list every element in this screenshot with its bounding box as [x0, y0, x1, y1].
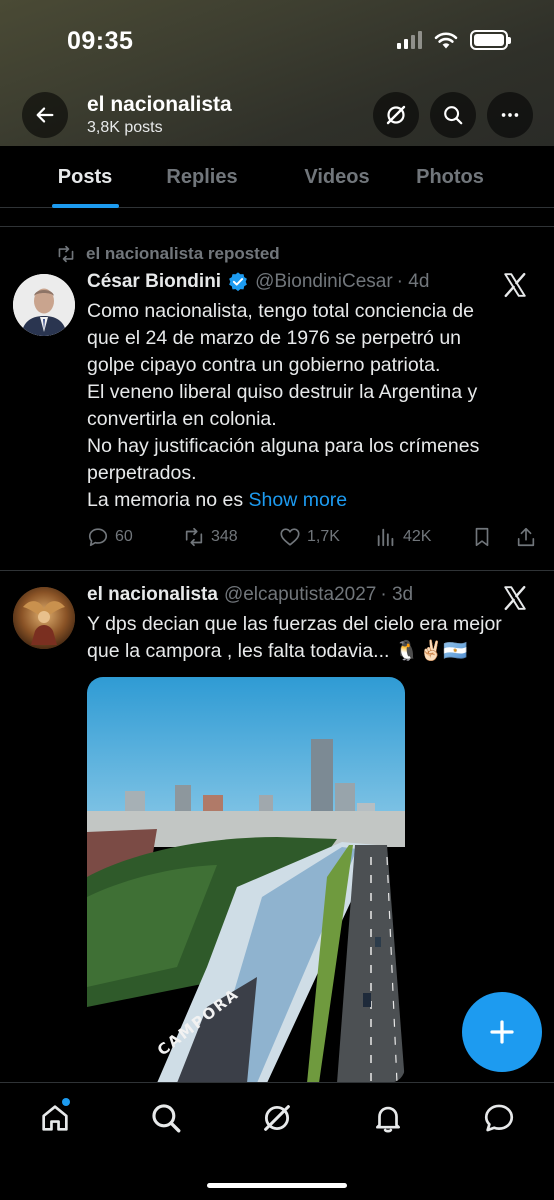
post-header: el nacionalista @elcaputista2027 · 3d — [87, 584, 413, 606]
bell-icon — [376, 1106, 400, 1133]
post-text-line: Como nacionalista, tengo total concienci… — [87, 300, 474, 322]
active-tab-indicator — [52, 204, 119, 208]
search-button[interactable] — [430, 92, 476, 138]
cellular-signal-icon — [397, 31, 422, 49]
tab-videos[interactable]: Videos — [287, 146, 387, 208]
tab-replies[interactable]: Replies — [164, 146, 240, 208]
repost-button[interactable]: 348 — [183, 526, 238, 548]
post-text-line: Y dps decian que las fuerzas del cielo e… — [87, 613, 502, 635]
nav-search[interactable] — [149, 1101, 183, 1135]
arrow-left-icon — [36, 107, 54, 123]
avatar[interactable] — [13, 274, 75, 336]
post-text-line: El veneno liberal quiso destruir la Arge… — [87, 381, 478, 403]
status-bar: 09:35 — [0, 0, 554, 80]
author-name[interactable]: César Biondini — [87, 271, 221, 293]
author-handle[interactable]: @elcaputista2027 — [224, 584, 376, 606]
grok-icon — [264, 1105, 290, 1131]
status-time: 09:35 — [67, 27, 134, 55]
search-icon — [152, 1104, 181, 1133]
post-image[interactable]: CAMPORA — [87, 677, 405, 1083]
repost-icon — [185, 527, 203, 547]
wifi-icon — [434, 32, 458, 49]
post-count: 3,8K posts — [87, 119, 163, 136]
profile-tabs: Posts Replies Videos Photos — [0, 146, 554, 208]
post-time: · 4d — [396, 271, 430, 292]
post-time: · 3d — [380, 584, 414, 605]
x-logo-icon — [504, 585, 526, 611]
views-button[interactable]: 42K — [375, 526, 431, 548]
more-button[interactable] — [487, 92, 533, 138]
post-actions: 60 348 1,7K 42K — [87, 526, 542, 552]
home-indicator — [207, 1183, 347, 1188]
views-chart-icon — [377, 528, 394, 547]
post-body[interactable]: Como nacionalista, tengo total concienci… — [87, 298, 527, 514]
plus-icon — [490, 1020, 514, 1044]
post-text-line: que el 24 de marzo de 1976 se perpetró u… — [87, 327, 462, 349]
message-icon — [484, 1104, 514, 1132]
author-name[interactable]: el nacionalista — [87, 584, 218, 606]
verified-badge-icon — [229, 272, 247, 292]
tab-label: Replies — [166, 165, 238, 188]
like-count: 1,7K — [307, 528, 340, 545]
repost-label: el nacionalista reposted — [86, 244, 280, 263]
search-icon — [444, 106, 463, 125]
show-more-link[interactable]: Show more — [249, 489, 348, 511]
nav-grok[interactable] — [260, 1101, 294, 1135]
reply-count: 60 — [115, 528, 133, 545]
repost-icon — [58, 245, 74, 263]
like-button[interactable]: 1,7K — [279, 526, 340, 548]
aerial-march-photo — [87, 677, 405, 1083]
avatar[interactable] — [13, 587, 75, 649]
tab-label: Photos — [416, 165, 484, 188]
nav-notifications[interactable] — [371, 1101, 405, 1135]
nav-home[interactable] — [38, 1098, 72, 1135]
divider — [0, 570, 554, 571]
post-text-line: La memoria no es Show more — [87, 487, 527, 514]
painting-avatar-image — [13, 587, 75, 649]
grok-button[interactable] — [373, 92, 419, 138]
post-text-line: que la campora , les falta todavia... 🐧✌… — [87, 640, 468, 662]
views-count: 42K — [403, 528, 432, 545]
status-icons — [397, 30, 511, 50]
home-icon — [42, 1105, 68, 1131]
notification-dot — [62, 1098, 70, 1106]
post-text-line: convertirla en colonia. — [87, 408, 277, 430]
more-dots-icon — [501, 113, 519, 117]
post-text-line: No hay justificación alguna para los crí… — [87, 435, 480, 457]
bookmark-icon — [475, 527, 489, 547]
tab-label: Videos — [304, 165, 370, 188]
person-avatar-image — [13, 274, 75, 336]
back-button[interactable] — [22, 92, 68, 138]
share-icon — [517, 527, 535, 547]
repost-count: 348 — [211, 528, 238, 545]
post-text-fragment: La memoria no es — [87, 489, 244, 511]
x-logo-icon — [504, 272, 526, 298]
heart-icon — [280, 528, 300, 546]
battery-icon — [470, 30, 511, 50]
bookmark-button[interactable] — [471, 526, 493, 548]
grok-icon — [386, 105, 406, 125]
post-text-line: perpetrados. — [87, 462, 197, 484]
profile-header: 09:35 el nacionalista 3,8K posts — [0, 0, 554, 146]
post-header: César Biondini @BiondiniCesar · 4d — [87, 271, 429, 293]
nav-messages[interactable] — [482, 1101, 516, 1135]
share-button[interactable] — [515, 526, 537, 548]
post-body[interactable]: Y dps decian que las fuerzas del cielo e… — [87, 611, 527, 665]
profile-name: el nacionalista — [87, 93, 232, 116]
author-handle[interactable]: @BiondiniCesar — [255, 271, 393, 293]
divider — [0, 226, 554, 227]
post-text-line: golpe cipayo contra un gobierno patriota… — [87, 354, 441, 376]
reply-button[interactable]: 60 — [87, 526, 133, 548]
tab-photos[interactable]: Photos — [400, 146, 500, 208]
repost-indicator: el nacionalista reposted — [56, 244, 280, 264]
tab-label: Posts — [57, 165, 113, 188]
reply-icon — [88, 528, 108, 547]
tab-posts[interactable]: Posts — [0, 146, 170, 208]
compose-button[interactable] — [462, 992, 542, 1072]
